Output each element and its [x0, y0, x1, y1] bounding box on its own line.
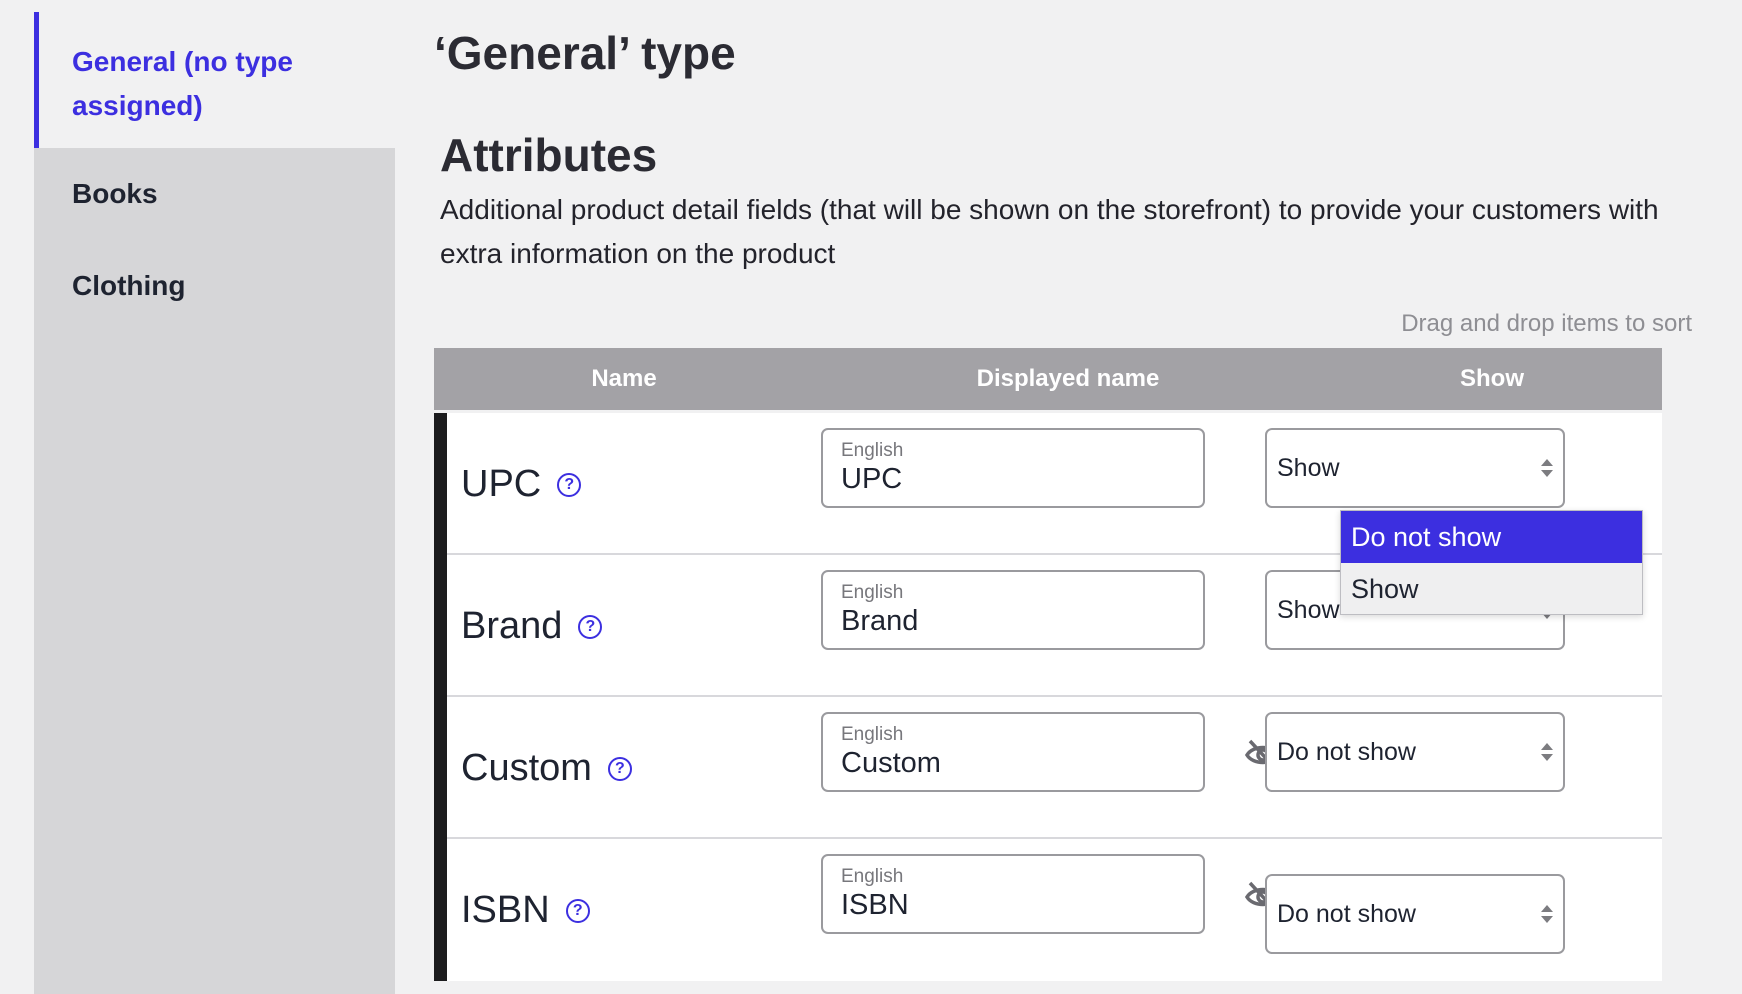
select-arrows-icon	[1541, 459, 1553, 477]
attribute-name-label: Custom	[461, 747, 592, 789]
sidebar-item-general[interactable]: General (no type assigned)	[34, 12, 395, 148]
attribute-name: UPC ?	[461, 463, 582, 506]
sidebar-item-clothing[interactable]: Clothing	[34, 240, 395, 332]
displayed-name-field[interactable]: English ISBN	[821, 854, 1205, 934]
displayed-name-value[interactable]: Brand	[841, 604, 1185, 638]
dropdown-option-do-not-show[interactable]: Do not show	[1341, 511, 1642, 563]
attribute-name-label: UPC	[461, 463, 542, 505]
show-select[interactable]: Show	[1265, 428, 1565, 508]
language-label: English	[841, 440, 904, 461]
show-select[interactable]: Do not show	[1265, 712, 1565, 792]
table-header: Name Displayed name Show	[434, 348, 1662, 410]
column-header-displayed-name: Displayed name	[976, 365, 1160, 392]
help-icon[interactable]: ?	[607, 756, 632, 781]
attributes-heading: Attributes	[440, 129, 658, 181]
attributes-description: Additional product detail fields (that w…	[440, 194, 1659, 269]
column-header-show: Show	[1460, 365, 1524, 392]
attribute-name: Custom ?	[461, 747, 632, 790]
displayed-name-field[interactable]: English Brand	[821, 570, 1205, 650]
attribute-name-label: ISBN	[461, 889, 550, 931]
displayed-name-field[interactable]: English Custom	[821, 712, 1205, 792]
table-body: UPC ? English UPC Show Brand ? English B…	[434, 413, 1662, 981]
help-icon[interactable]: ?	[565, 898, 590, 923]
table-row[interactable]: Custom ? English Custom Do not show	[447, 697, 1662, 839]
help-icon[interactable]: ?	[557, 472, 582, 497]
select-arrows-icon	[1541, 905, 1553, 923]
drag-hint: Drag and drop items to sort	[1401, 310, 1692, 337]
show-select-value: Show	[1277, 596, 1340, 624]
dropdown-option-show[interactable]: Show	[1341, 563, 1642, 615]
show-select[interactable]: Do not show	[1265, 874, 1565, 954]
select-arrows-icon	[1541, 743, 1553, 761]
displayed-name-field[interactable]: English UPC	[821, 428, 1205, 508]
show-select-value: Do not show	[1277, 738, 1416, 766]
displayed-name-value[interactable]: Custom	[841, 746, 1185, 780]
column-header-name: Name	[591, 365, 657, 392]
language-label: English	[841, 724, 904, 745]
show-select-value: Do not show	[1277, 900, 1416, 928]
sidebar: General (no type assigned) Books Clothin…	[34, 12, 395, 994]
attribute-name: ISBN ?	[461, 889, 590, 932]
displayed-name-value[interactable]: ISBN	[841, 888, 1185, 922]
language-label: English	[841, 582, 904, 603]
table-row[interactable]: ISBN ? English ISBN Do not show	[447, 839, 1662, 981]
page-title: ‘General’ type	[434, 27, 736, 79]
sidebar-item-books[interactable]: Books	[34, 148, 395, 240]
attribute-name: Brand ?	[461, 605, 603, 648]
help-icon[interactable]: ?	[578, 614, 603, 639]
language-label: English	[841, 866, 904, 887]
displayed-name-value[interactable]: UPC	[841, 462, 1185, 496]
show-dropdown-menu: Do not show Show	[1340, 510, 1643, 615]
attribute-name-label: Brand	[461, 605, 563, 647]
attributes-table: Name Displayed name Show UPC ? English U…	[434, 348, 1662, 981]
show-select-value: Show	[1277, 454, 1340, 482]
